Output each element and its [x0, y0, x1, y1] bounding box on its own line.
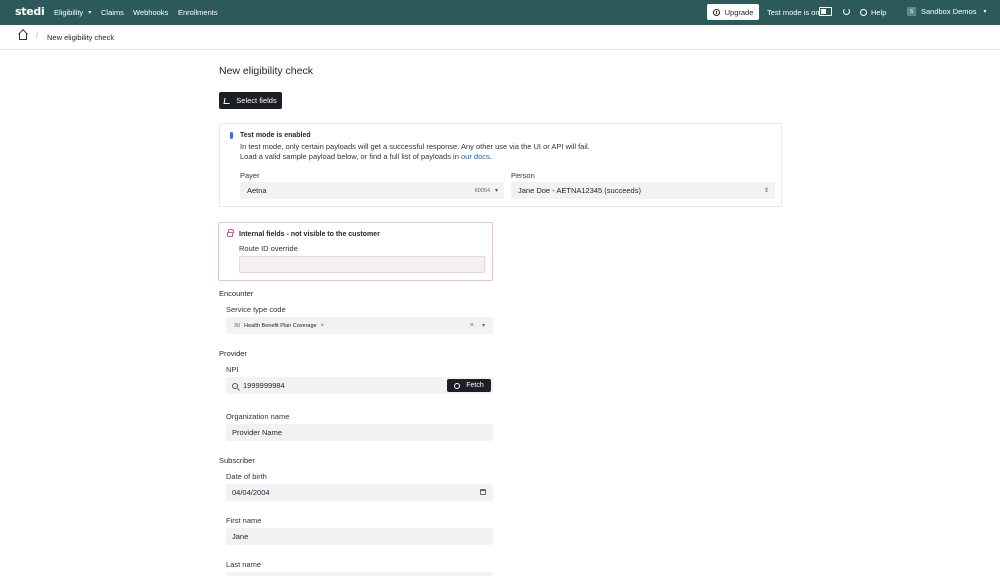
subscriber-section-title: Subscriber — [219, 456, 255, 465]
nav-item-webhooks[interactable]: Webhooks — [133, 8, 168, 17]
chip-remove-icon[interactable]: × — [321, 323, 325, 329]
pencil-icon — [223, 97, 231, 104]
flask-icon — [230, 132, 233, 139]
top-nav-bar: stedi Eligibility ▾ Claims Webhooks Enrol… — [0, 0, 1000, 25]
clear-icon[interactable]: × — [470, 322, 474, 329]
route-id-input[interactable] — [239, 256, 485, 273]
last-name-label: Last name — [226, 560, 262, 569]
nav-item-eligibility[interactable]: Eligibility ▾ — [54, 8, 91, 17]
info-icon — [712, 8, 720, 16]
home-icon[interactable] — [19, 33, 27, 40]
lock-icon — [227, 229, 234, 237]
upgrade-button[interactable]: Upgrade — [707, 4, 759, 20]
payer-select[interactable]: Aetna 60054 ▾ — [240, 182, 504, 199]
page-title: New eligibility check — [219, 65, 313, 77]
breadcrumb-current: New eligibility check — [47, 33, 115, 42]
test-mode-toggle[interactable] — [819, 7, 832, 16]
encounter-section-title: Encounter — [219, 289, 254, 298]
internal-fields-title: Internal fields - not visible to the cus… — [239, 231, 380, 238]
select-fields-button[interactable]: Select fields — [219, 92, 282, 109]
payer-label: Payer — [240, 171, 260, 180]
internal-fields-card: Internal fields - not visible to the cus… — [218, 222, 493, 281]
person-label: Person — [511, 171, 535, 180]
npi-label: NPI — [226, 365, 239, 374]
stedi-logo[interactable]: stedi — [15, 5, 45, 18]
fetch-button[interactable]: Fetch — [447, 379, 491, 392]
refresh-icon[interactable] — [843, 8, 850, 15]
calendar-icon[interactable] — [480, 489, 486, 495]
help-button[interactable]: Help — [860, 8, 886, 17]
test-mode-label: Test mode is on — [767, 8, 820, 17]
first-name-input[interactable]: Jane — [226, 528, 493, 545]
dob-input[interactable]: 04/04/2004 — [226, 484, 493, 501]
payer-code: 60054 — [474, 187, 490, 194]
org-avatar: S — [907, 7, 916, 16]
test-mode-title: Test mode is enabled — [240, 132, 311, 139]
chevron-down-icon: ▾ — [983, 9, 987, 15]
nav-item-claims[interactable]: Claims — [101, 8, 124, 17]
provider-section-title: Provider — [219, 349, 247, 358]
organization-name-label: Organization name — [226, 412, 290, 421]
person-select[interactable]: Jane Doe - AETNA12345 (succeeds) ⇕ — [511, 182, 775, 199]
test-mode-card: Test mode is enabled In test mode, only … — [219, 123, 782, 207]
organization-name-input[interactable]: Provider Name — [226, 424, 493, 441]
info-icon — [454, 382, 461, 389]
npi-input[interactable]: 1999999984 Fetch — [226, 377, 493, 394]
service-type-chip: 30 Health Benefit Plan Coverage × — [234, 322, 325, 329]
service-type-label: Service type code — [226, 305, 286, 314]
breadcrumb: / New eligibility check — [0, 25, 1000, 50]
chevron-updown-icon: ⇕ — [763, 188, 769, 194]
service-type-select[interactable]: 30 Health Benefit Plan Coverage × × ▾ — [226, 317, 493, 334]
last-name-input[interactable] — [226, 572, 493, 576]
first-name-label: First name — [226, 516, 262, 525]
chevron-down-icon: ▾ — [494, 188, 498, 194]
chevron-down-icon: ▾ — [88, 10, 92, 16]
search-icon — [232, 382, 238, 389]
breadcrumb-separator: / — [36, 33, 38, 40]
org-switcher[interactable]: S Sandbox Demos ▾ — [907, 7, 986, 16]
nav-item-enrollments[interactable]: Enrollments — [178, 8, 218, 17]
route-id-label: Route ID override — [239, 244, 298, 253]
docs-link[interactable]: our docs — [461, 152, 490, 161]
help-circle-icon — [860, 9, 867, 16]
chevron-down-icon[interactable]: ▾ — [482, 322, 485, 329]
test-mode-description: In test mode, only certain payloads will… — [240, 142, 590, 161]
dob-label: Date of birth — [226, 472, 267, 481]
